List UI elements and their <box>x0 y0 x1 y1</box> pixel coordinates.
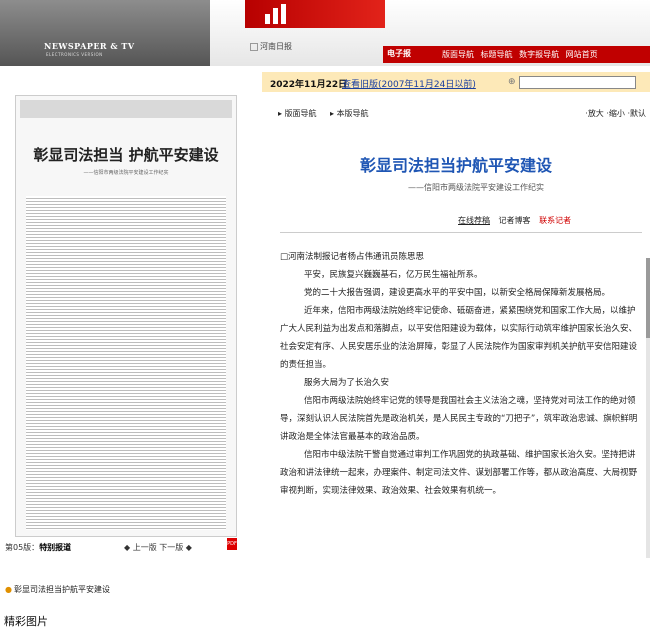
layout-nav-link[interactable]: ▸ 版面导航 <box>278 108 317 119</box>
zoom-in-button[interactable]: ·放大 <box>585 109 604 118</box>
article-paragraph: 党的二十大报告强调，建设更高水平的平安中国，以新安全格局保障新发展格局。 <box>304 288 611 298</box>
divider <box>280 232 642 233</box>
search-input[interactable] <box>519 76 636 89</box>
article-actions: 在线荐稿 记者博客 联系记者 <box>458 215 577 226</box>
logo-subtitle: ELECTRONICS VERSION <box>46 52 103 57</box>
edition-label: 第05版：特别报道 <box>5 543 72 552</box>
left-panel: 彰显司法担当 护航平安建设 ——信阳市两级法院平安建设工作纪实 第05版：特别报… <box>0 72 256 628</box>
pdf-icon[interactable]: PDF <box>227 538 237 550</box>
search-icon[interactable]: ⊕ <box>508 77 516 87</box>
issue-date: 2022年11月22日 <box>270 80 348 90</box>
article-paragraph: 平安，民族复兴巍巍基石，亿万民生福祉所系。 <box>304 270 483 280</box>
main-nav: 版面导航 标题导航 数字报导航 网站首页 <box>442 49 602 60</box>
zoom-out-button[interactable]: ·缩小 <box>606 109 625 118</box>
article-paragraph: 信阳市中级法院干警自觉通过审判工作巩固党的执政基础、维护国家长治久安。坚持把讲政… <box>280 450 638 496</box>
recommend-link[interactable]: 在线荐稿 <box>458 216 490 225</box>
nav-item-titles[interactable]: 标题导航 <box>481 50 513 59</box>
article-body: □河南法制报记者杨占伟通讯员陈思思 平安，民族复兴巍巍基石，亿万民生福祉所系。 … <box>280 248 642 558</box>
prev-page-icon: ◆ <box>124 543 131 552</box>
nav-item-layout[interactable]: 版面导航 <box>442 50 474 59</box>
reporter-blog-link[interactable]: 记者博客 <box>499 216 531 225</box>
page-thumbnail[interactable]: 彰显司法担当 护航平安建设 ——信阳市两级法院平安建设工作纪实 <box>15 95 237 537</box>
henan-daily-image[interactable]: 河南日报 <box>250 41 292 52</box>
thumbnail-headline: 彰显司法担当 护航平安建设 <box>33 146 219 164</box>
page-nav-link[interactable]: ▸ 本版导航 <box>330 108 369 119</box>
thumbnail-subhead: ——信阳市两级法院平安建设工作纪实 <box>83 170 169 176</box>
gallery-label: 精彩图片 <box>4 615 48 628</box>
broken-image-icon <box>250 42 258 51</box>
article-panel: 2022年11月22日 查看旧版(2007年11月24日以前) ⊕ ▸ 版面导航… <box>262 72 650 558</box>
article-paragraph: 近年来，信阳市两级法院始终牢记使命、砥砺奋进，紧紧围绕党和国家工作大局，以维护广… <box>280 306 638 370</box>
nav-item-digital[interactable]: 数字报导航 <box>519 50 559 59</box>
byline: □河南法制报记者杨占伟通讯员陈思思 <box>280 252 425 262</box>
next-page-link[interactable]: 下一版 <box>159 543 183 552</box>
article-subtitle: ——信阳市两级法院平安建设工作纪实 <box>408 183 544 192</box>
thumbnail-body <box>26 196 226 530</box>
arrow-icon: ▸ <box>330 109 335 118</box>
date-bar: 2022年11月22日 查看旧版(2007年11月24日以前) ⊕ <box>262 72 650 92</box>
scrollbar[interactable] <box>646 258 650 558</box>
arrow-icon: ▸ <box>278 109 283 118</box>
prev-page-link[interactable]: 上一版 <box>133 543 157 552</box>
section-heading: 服务大局为了长治久安 <box>304 378 390 388</box>
scrollbar-thumb[interactable] <box>646 258 650 338</box>
article-paragraph: 信阳市两级法院始终牢记党的领导是我国社会主义法治之魂，坚持党对司法工作的绝对领导… <box>280 396 638 442</box>
old-issue-link[interactable]: 查看旧版(2007年11月24日以前) <box>342 77 476 90</box>
bullet-icon: ● <box>5 585 12 594</box>
edition-name[interactable]: 特别报道 <box>39 543 71 552</box>
article-title: 彰显司法担当护航平安建设 <box>359 156 552 175</box>
nav-title: 电子报 <box>387 49 411 58</box>
site-logo[interactable]: NEWSPAPER & TV ELECTRONICS VERSION <box>0 0 210 66</box>
logo-title: NEWSPAPER & TV <box>44 41 135 51</box>
page-nav: ◆ 上一版 下一版 ◆ <box>124 542 192 553</box>
font-size-controls: ·放大 ·缩小 ·默认 <box>585 108 646 119</box>
contact-reporter-link[interactable]: 联系记者 <box>539 216 571 225</box>
banner-graphic <box>245 0 385 28</box>
nav-item-home[interactable]: 网站首页 <box>566 50 598 59</box>
next-page-icon: ◆ <box>185 543 192 552</box>
thumbnail-masthead <box>20 100 232 118</box>
related-article[interactable]: ● 彰显司法担当护航平安建设 <box>5 584 110 595</box>
default-size-button[interactable]: ·默认 <box>627 109 646 118</box>
